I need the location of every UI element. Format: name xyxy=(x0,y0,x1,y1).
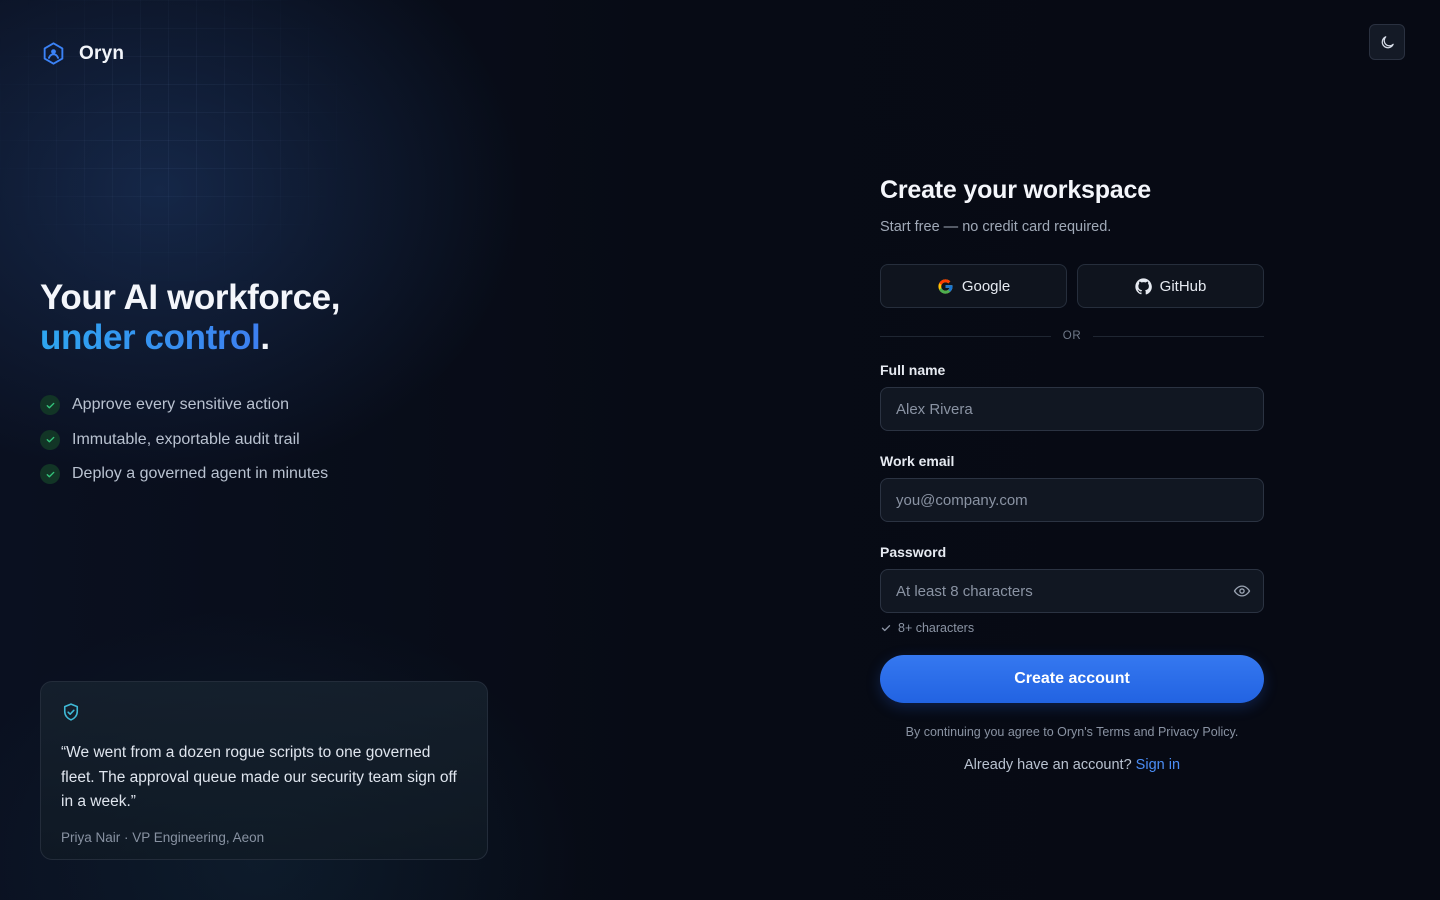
divider-text: OR xyxy=(1062,330,1082,342)
signup-form: Create your workspace Start free — no cr… xyxy=(880,176,1265,773)
testimonial-quote: “We went from a dozen rogue scripts to o… xyxy=(61,744,457,810)
github-icon xyxy=(1135,277,1152,294)
divider-line xyxy=(1093,335,1265,337)
google-signup-button[interactable]: Google xyxy=(880,264,1067,308)
feature-text: Deploy a governed agent in minutes xyxy=(72,465,329,483)
check-icon xyxy=(881,625,891,632)
hero-title-accent: under control xyxy=(40,318,261,357)
create-account-button[interactable]: Create account xyxy=(880,655,1264,703)
hexagon-logo-icon xyxy=(43,42,64,65)
password-label: Password xyxy=(880,544,947,560)
theme-toggle-button[interactable] xyxy=(1369,24,1405,60)
divider-line xyxy=(880,335,1051,337)
testimonial-author: Priya Nair · VP Engineering, Aeon xyxy=(61,829,265,845)
social-login-row: Google GitHub xyxy=(880,264,1264,308)
shield-check-icon xyxy=(63,703,79,721)
full-name-input[interactable] xyxy=(880,387,1264,431)
feature-item: Deploy a governed agent in minutes xyxy=(40,457,340,492)
github-signup-button[interactable]: GitHub xyxy=(1077,264,1264,308)
check-icon xyxy=(40,429,60,450)
brand-logo[interactable]: Oryn xyxy=(41,41,124,66)
feature-text: Approve every sensitive action xyxy=(72,396,289,414)
testimonial-card: “We went from a dozen rogue scripts to o… xyxy=(40,681,488,860)
hero-section: Your AI workforce, under control. Approv… xyxy=(40,278,340,492)
eye-icon[interactable] xyxy=(1233,582,1251,600)
legal-text: By continuing you agree to Oryn's Terms … xyxy=(905,725,1239,739)
feature-text: Immutable, exportable audit trail xyxy=(72,430,300,448)
work-email-wrapper xyxy=(880,478,1264,522)
form-title: Create your workspace xyxy=(880,176,1151,204)
password-hint-text: 8+ characters xyxy=(898,621,975,635)
full-name-wrapper xyxy=(880,387,1264,431)
feature-list: Approve every sensitive action Immutable… xyxy=(40,388,340,492)
signin-link[interactable]: Sign in xyxy=(1136,757,1180,773)
brand-name: Oryn xyxy=(79,42,125,64)
hero-title-line1: Your AI workforce, xyxy=(40,278,341,317)
signin-row: Already have an account? Sign in xyxy=(880,757,1264,773)
hero-title: Your AI workforce, under control. xyxy=(40,278,340,358)
or-divider: OR xyxy=(880,330,1265,342)
full-name-label: Full name xyxy=(880,362,946,378)
moon-icon xyxy=(1381,35,1394,48)
google-button-label: Google xyxy=(961,277,1011,295)
github-button-label: GitHub xyxy=(1159,277,1207,295)
password-hint: 8+ characters xyxy=(880,621,1264,635)
password-wrapper xyxy=(880,569,1264,613)
check-icon xyxy=(40,464,60,485)
work-email-input[interactable] xyxy=(880,478,1264,522)
form-subtitle: Start free — no credit card required. xyxy=(880,219,1112,235)
work-email-label: Work email xyxy=(880,453,955,469)
google-icon xyxy=(938,278,953,294)
hero-title-punct: . xyxy=(260,318,270,357)
check-icon xyxy=(40,395,60,416)
signin-prompt: Already have an account? xyxy=(963,757,1132,773)
password-input[interactable] xyxy=(880,569,1264,613)
feature-item: Immutable, exportable audit trail xyxy=(40,423,340,458)
feature-item: Approve every sensitive action xyxy=(40,388,340,423)
